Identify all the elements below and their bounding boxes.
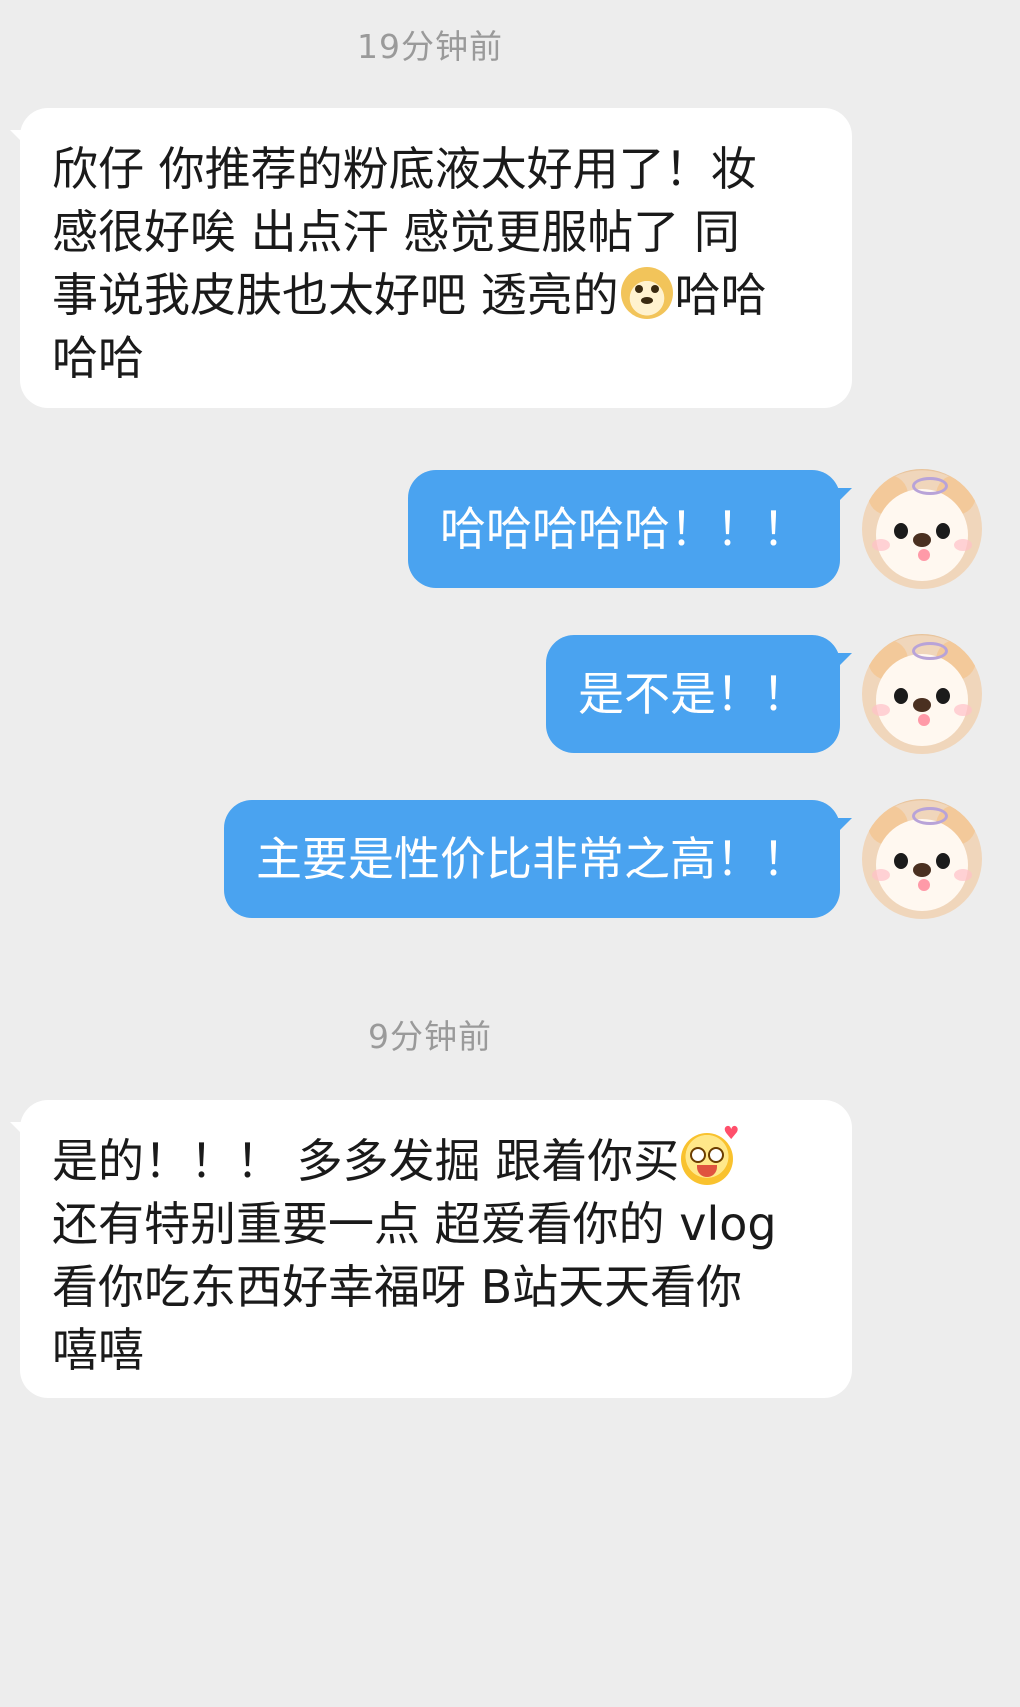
timestamp-9-min: 9分钟前 bbox=[368, 1017, 492, 1056]
message-text: 是的！！！ 多多发掘 跟着你买 bbox=[52, 1134, 680, 1188]
incoming-message-2[interactable]: 是的！！！ 多多发掘 跟着你买 ♥ 还有特别重要一点 超爱看你的 vlog 看你吃… bbox=[10, 1100, 852, 1398]
excited-face-emoji-icon: ♥ bbox=[681, 1125, 739, 1185]
message-line: 看你吃东西好幸福呀 B站天天看你 bbox=[52, 1260, 743, 1314]
message-text: 事说我皮肤也太好吧 透亮的 bbox=[52, 268, 619, 322]
message-line: 哈哈 bbox=[52, 331, 144, 385]
outgoing-message-1[interactable]: 哈哈哈哈哈！！！ bbox=[408, 470, 852, 588]
message-line: 事说我皮肤也太好吧 透亮的 哈哈 bbox=[52, 264, 820, 327]
message-line: 欣仔 你推荐的粉底液太好用了！妆 bbox=[52, 142, 757, 196]
incoming-message-1[interactable]: 欣仔 你推荐的粉底液太好用了！妆 感很好唉 出点汗 感觉更服帖了 同 事说我皮肤… bbox=[10, 108, 852, 408]
timestamp-19-min: 19分钟前 bbox=[357, 27, 503, 66]
message-text: 哈哈 bbox=[674, 268, 767, 322]
message-line: 嘻嘻 bbox=[52, 1323, 144, 1377]
user-avatar[interactable] bbox=[862, 634, 982, 754]
outgoing-message-2[interactable]: 是不是！！ bbox=[546, 635, 852, 753]
message-line: 感很好唉 出点汗 感觉更服帖了 同 bbox=[52, 205, 740, 259]
message-line: 还有特别重要一点 超爱看你的 vlog bbox=[52, 1197, 777, 1251]
user-avatar[interactable] bbox=[862, 799, 982, 919]
outgoing-message-3[interactable]: 主要是性价比非常之高！！ bbox=[224, 800, 852, 918]
doge-emoji-icon bbox=[620, 267, 673, 319]
message-line: 是的！！！ 多多发掘 跟着你买 ♥ bbox=[52, 1125, 820, 1193]
user-avatar[interactable] bbox=[862, 469, 982, 589]
